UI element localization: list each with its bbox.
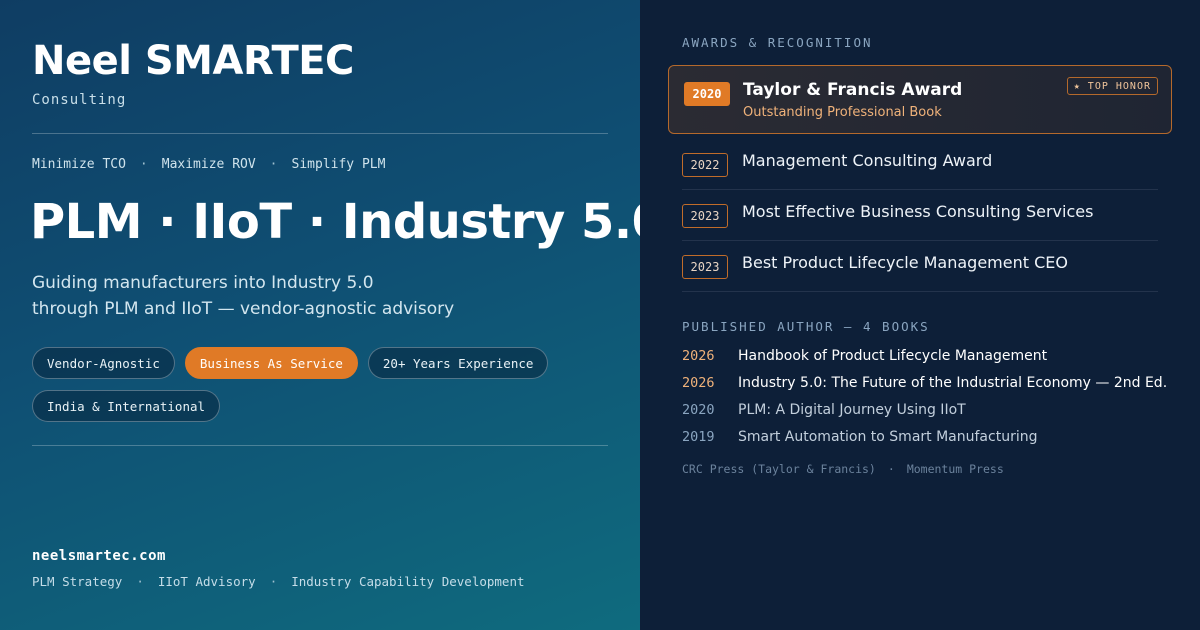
publisher-name: CRC Press (Taylor & Francis) bbox=[682, 462, 876, 476]
services-list: PLM Strategy · IIoT Advisory · Industry Capa… bbox=[32, 574, 525, 589]
book-item: 2026 Industry 5.0: The Future of the Ind… bbox=[682, 375, 1167, 395]
award-row: 2023 Best Product Lifecycle Management C… bbox=[682, 241, 1158, 292]
tagline-item: Minimize TCO bbox=[32, 157, 126, 172]
award-row: 2023 Most Effective Business Consulting … bbox=[682, 190, 1158, 241]
award-year-badge: 2023 bbox=[682, 204, 728, 228]
hero-headline: PLM · IIoT · Industry 5.0 bbox=[30, 194, 665, 250]
chip-vendor-agnostic: Vendor-Agnostic bbox=[32, 347, 175, 379]
award-subtitle: Outstanding Professional Book bbox=[743, 105, 942, 120]
brand-name: Neel SMARTEC bbox=[32, 38, 354, 84]
separator-dot: · bbox=[139, 157, 148, 172]
awards-section-title: AWARDS & RECOGNITION bbox=[682, 35, 873, 50]
books-section-title: PUBLISHED AUTHOR — 4 BOOKS bbox=[682, 319, 930, 334]
service-item: Industry Capability Development bbox=[291, 574, 525, 589]
separator-dot: · bbox=[269, 157, 278, 172]
service-item: IIoT Advisory bbox=[157, 574, 256, 589]
tagline: Minimize TCO · Maximize ROV · Simplify PLM bbox=[32, 157, 385, 172]
description-line: Guiding manufacturers into Industry 5.0 bbox=[32, 273, 374, 293]
award-year-badge: 2023 bbox=[682, 255, 728, 279]
award-label: Best Product Lifecycle Management CEO bbox=[742, 253, 1068, 272]
website-link[interactable]: neelsmartec.com bbox=[32, 548, 166, 564]
book-year: 2026 bbox=[682, 375, 715, 391]
book-item: 2019 Smart Automation to Smart Manufactu… bbox=[682, 429, 1158, 449]
publisher-name: Momentum Press bbox=[906, 462, 1004, 476]
award-year-badge: 2022 bbox=[682, 153, 728, 177]
feature-chips: Vendor-Agnostic Business As Service 20+ … bbox=[32, 347, 608, 422]
book-title: Handbook of Product Lifecycle Management bbox=[738, 348, 1048, 364]
chip-india-international: India & International bbox=[32, 390, 221, 422]
book-title: PLM: A Digital Journey Using IIoT bbox=[738, 402, 966, 418]
publishers: CRC Press (Taylor & Francis) · Momentum Pr… bbox=[682, 462, 1004, 476]
book-title: Industry 5.0: The Future of the Industri… bbox=[738, 375, 1168, 391]
chip-business-as-service: Business As Service bbox=[184, 347, 358, 379]
book-item: 2020 PLM: A Digital Journey Using IIoT bbox=[682, 402, 1158, 422]
service-item: PLM Strategy bbox=[32, 574, 123, 589]
award-year-badge: 2020 bbox=[684, 82, 730, 106]
award-title: Taylor & Francis Award bbox=[743, 80, 963, 100]
award-label: Management Consulting Award bbox=[742, 151, 993, 170]
book-title: Smart Automation to Smart Manufacturing bbox=[738, 429, 1038, 445]
book-year: 2026 bbox=[682, 348, 715, 364]
separator-dot: · bbox=[136, 574, 144, 589]
divider bbox=[32, 133, 608, 134]
description: Guiding manufacturers into Industry 5.0 … bbox=[32, 270, 608, 322]
award-row: 2022 Management Consulting Award bbox=[682, 139, 1158, 190]
chip-years-experience: 20+ Years Experience bbox=[367, 347, 549, 379]
book-year: 2020 bbox=[682, 402, 715, 418]
award-label: Most Effective Business Consulting Servi… bbox=[742, 202, 1094, 221]
tagline-item: Maximize ROV bbox=[161, 157, 256, 172]
featured-award: 2020 Taylor & Francis Award Outstanding … bbox=[668, 65, 1172, 134]
left-panel: Neel SMARTEC Consulting Minimize TCO · Max… bbox=[0, 0, 665, 630]
tagline-item: Simplify PLM bbox=[291, 157, 386, 172]
separator-dot: · bbox=[887, 462, 895, 476]
separator-dot: · bbox=[269, 574, 278, 589]
book-year: 2019 bbox=[682, 429, 715, 445]
brand-subtitle: Consulting bbox=[32, 92, 127, 108]
description-line: through PLM and IIoT — vendor-agnostic a… bbox=[32, 299, 455, 319]
divider bbox=[32, 445, 608, 446]
book-item: 2026 Handbook of Product Lifecycle Manag… bbox=[682, 348, 1158, 368]
top-honor-badge: ★ TOP HONOR bbox=[1066, 77, 1158, 95]
